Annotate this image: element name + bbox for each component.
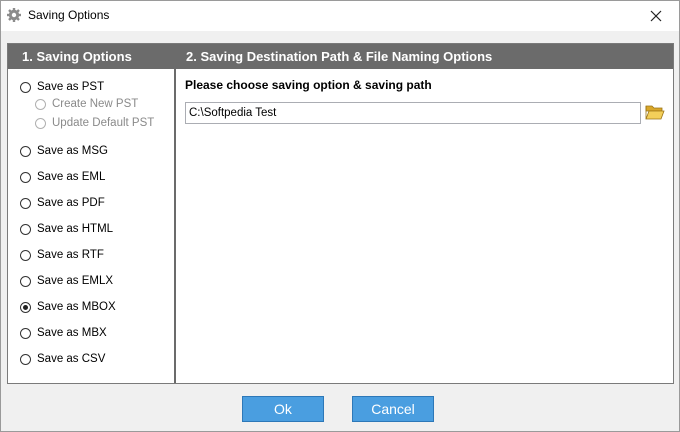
option-save-as-msg[interactable]: Save as MSG: [20, 143, 108, 159]
option-label: Save as CSV: [37, 353, 106, 365]
radio-button[interactable]: [20, 171, 31, 183]
saving-options-header: 1. Saving Options: [8, 44, 174, 69]
radio-button[interactable]: [20, 249, 31, 261]
window-title: Saving Options: [28, 8, 110, 22]
option-label: Save as PDF: [37, 197, 105, 209]
option-save-as-mbox[interactable]: Save as MBOX: [20, 299, 116, 315]
close-icon: [650, 10, 662, 22]
radio-button[interactable]: [20, 223, 31, 235]
option-label: Save as MBX: [37, 327, 107, 339]
close-button[interactable]: [633, 1, 679, 31]
option-save-as-pdf[interactable]: Save as PDF: [20, 195, 105, 211]
radio-button[interactable]: [20, 145, 31, 157]
radio-button[interactable]: [35, 98, 46, 110]
choose-path-label: Please choose saving option & saving pat…: [185, 78, 432, 92]
radio-button[interactable]: [20, 197, 31, 209]
option-label: Update Default PST: [52, 117, 155, 129]
options-panel: 1. Saving Options 2. Saving Destination …: [7, 43, 674, 384]
option-create-new-pst[interactable]: Create New PST: [35, 96, 138, 112]
radio-button[interactable]: [20, 301, 31, 313]
option-save-as-rtf[interactable]: Save as RTF: [20, 247, 104, 263]
radio-button[interactable]: [20, 353, 31, 365]
title-bar: Saving Options: [1, 1, 679, 31]
radio-button[interactable]: [35, 117, 46, 129]
saving-path-input[interactable]: [185, 102, 641, 124]
folder-open-icon[interactable]: [645, 103, 665, 121]
option-save-as-emlx[interactable]: Save as EMLX: [20, 273, 113, 289]
option-label: Save as RTF: [37, 249, 104, 261]
option-save-as-csv[interactable]: Save as CSV: [20, 351, 105, 367]
destination-header: 2. Saving Destination Path & File Naming…: [174, 44, 673, 69]
option-save-as-html[interactable]: Save as HTML: [20, 221, 113, 237]
option-save-as-pst[interactable]: Save as PST: [20, 79, 104, 95]
ok-button[interactable]: Ok: [242, 396, 324, 422]
option-label: Create New PST: [52, 98, 139, 110]
option-label: Save as EMLX: [37, 275, 114, 287]
option-label: Save as EML: [37, 171, 106, 183]
cancel-button[interactable]: Cancel: [352, 396, 434, 422]
radio-button[interactable]: [20, 81, 31, 93]
saving-option-list: Save as PST Create New PST Update Defaul…: [8, 69, 174, 383]
saving-options-window: Saving Options 1. Saving Options 2. Savi…: [0, 0, 680, 432]
option-label: Save as MSG: [37, 145, 108, 157]
radio-button[interactable]: [20, 327, 31, 339]
destination-panel: Please choose saving option & saving pat…: [176, 69, 673, 383]
radio-button[interactable]: [20, 275, 31, 287]
option-label: Save as HTML: [37, 223, 114, 235]
option-label: Save as MBOX: [37, 301, 116, 313]
option-save-as-mbx[interactable]: Save as MBX: [20, 325, 107, 341]
gear-icon: [6, 7, 22, 23]
option-label: Save as PST: [37, 81, 105, 93]
option-update-default-pst[interactable]: Update Default PST: [35, 115, 154, 131]
option-save-as-eml[interactable]: Save as EML: [20, 169, 105, 185]
